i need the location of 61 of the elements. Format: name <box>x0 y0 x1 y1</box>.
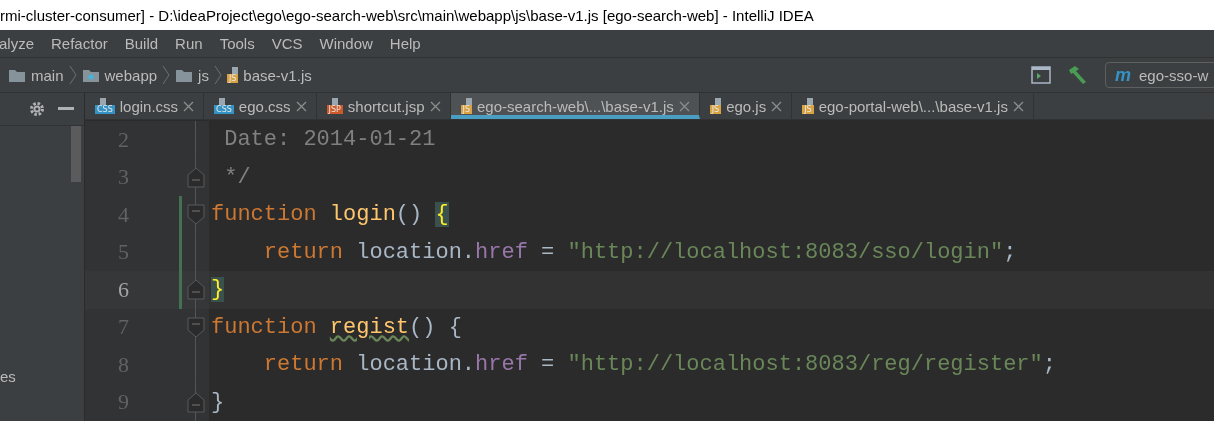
breadcrumb-item[interactable]: main <box>8 66 64 84</box>
close-icon <box>429 100 441 112</box>
chevron-icon <box>68 65 77 85</box>
close-icon <box>295 100 307 112</box>
fold-icon[interactable] <box>186 279 205 301</box>
folder-icon <box>81 67 100 83</box>
breadcrumb-item[interactable]: JS base-v1.js <box>226 66 312 84</box>
menu-item[interactable]: Help <box>389 35 421 52</box>
menu-item[interactable]: Tools <box>219 35 255 52</box>
file-tab[interactable]: JSP shortcut.jsp <box>316 93 451 119</box>
file-sheet-icon <box>807 98 814 105</box>
change-marker[interactable] <box>179 233 182 271</box>
file-sheet-icon <box>331 98 338 105</box>
fold-icon[interactable] <box>186 166 205 188</box>
minimize-icon[interactable] <box>58 107 74 111</box>
file-sheet-icon <box>714 98 721 105</box>
close-icon <box>183 100 195 112</box>
menu-item[interactable]: Refactor <box>51 35 108 52</box>
file-sheet-icon <box>465 98 472 105</box>
code-line: return location.href = "http://localhost:8083/sso/login"; <box>262 238 1017 267</box>
code-line: function regist() { <box>210 313 462 342</box>
file-sheet-icon <box>231 67 238 74</box>
menu-item[interactable]: Window <box>319 35 373 52</box>
file-sheet-icon <box>100 98 106 105</box>
change-marker[interactable] <box>179 196 182 234</box>
breadcrumb-item[interactable]: js <box>175 66 209 84</box>
fold-icon[interactable] <box>186 204 205 226</box>
breadcrumb-item[interactable]: webapp <box>81 66 158 84</box>
menu-item[interactable]: VCS <box>271 35 303 52</box>
code-line: return location.href = "http://localhost:8083/reg/register"; <box>262 351 1056 380</box>
code-line: */ <box>223 163 251 192</box>
file-tab[interactable]: JS ego-search-web\...\base-v1.js <box>450 93 700 119</box>
file-tab[interactable]: CSS ego.css <box>204 93 317 119</box>
run-configuration-dropdown[interactable]: m ego-sso-w <box>1105 62 1214 88</box>
menu-item[interactable]: Run <box>175 35 203 52</box>
change-marker[interactable] <box>179 271 182 309</box>
window-title: rmi-cluster-consumer] - D:\ideaProject\ego\ego-search-web\src\main\webapp\js\base-v1.js [ego-search-web] - IntelliJ IDEA <box>0 6 814 24</box>
close-icon <box>678 100 690 112</box>
menu-item[interactable]: Build <box>124 35 159 52</box>
close-icon <box>771 100 783 112</box>
menu-item[interactable]: alyze <box>0 35 35 52</box>
folder-icon <box>175 67 194 83</box>
settings-icon[interactable] <box>28 100 46 118</box>
chevron-icon <box>162 65 171 85</box>
code-line: Date: 2014-01-21 <box>223 126 436 155</box>
chevron-icon <box>213 65 222 85</box>
code-line: function login() { <box>210 201 449 230</box>
code-line: } <box>210 388 225 417</box>
file-tab[interactable]: CSS login.css <box>85 93 205 119</box>
fold-icon[interactable] <box>186 391 205 413</box>
line-number: 6 <box>117 276 129 303</box>
hammer-icon[interactable] <box>1067 65 1089 85</box>
fold-icon[interactable] <box>186 316 205 338</box>
scrollbar-thumb[interactable] <box>71 126 81 182</box>
file-tab[interactable]: JS ego.js <box>699 93 793 119</box>
terminal-icon[interactable] <box>1031 66 1051 84</box>
close-icon <box>1012 100 1024 112</box>
tree-item[interactable]: es <box>0 368 71 385</box>
folder-icon <box>8 67 26 83</box>
file-sheet-icon <box>219 98 226 105</box>
file-tab[interactable]: JS ego-portal-web\...\base-v1.js <box>792 93 1034 119</box>
